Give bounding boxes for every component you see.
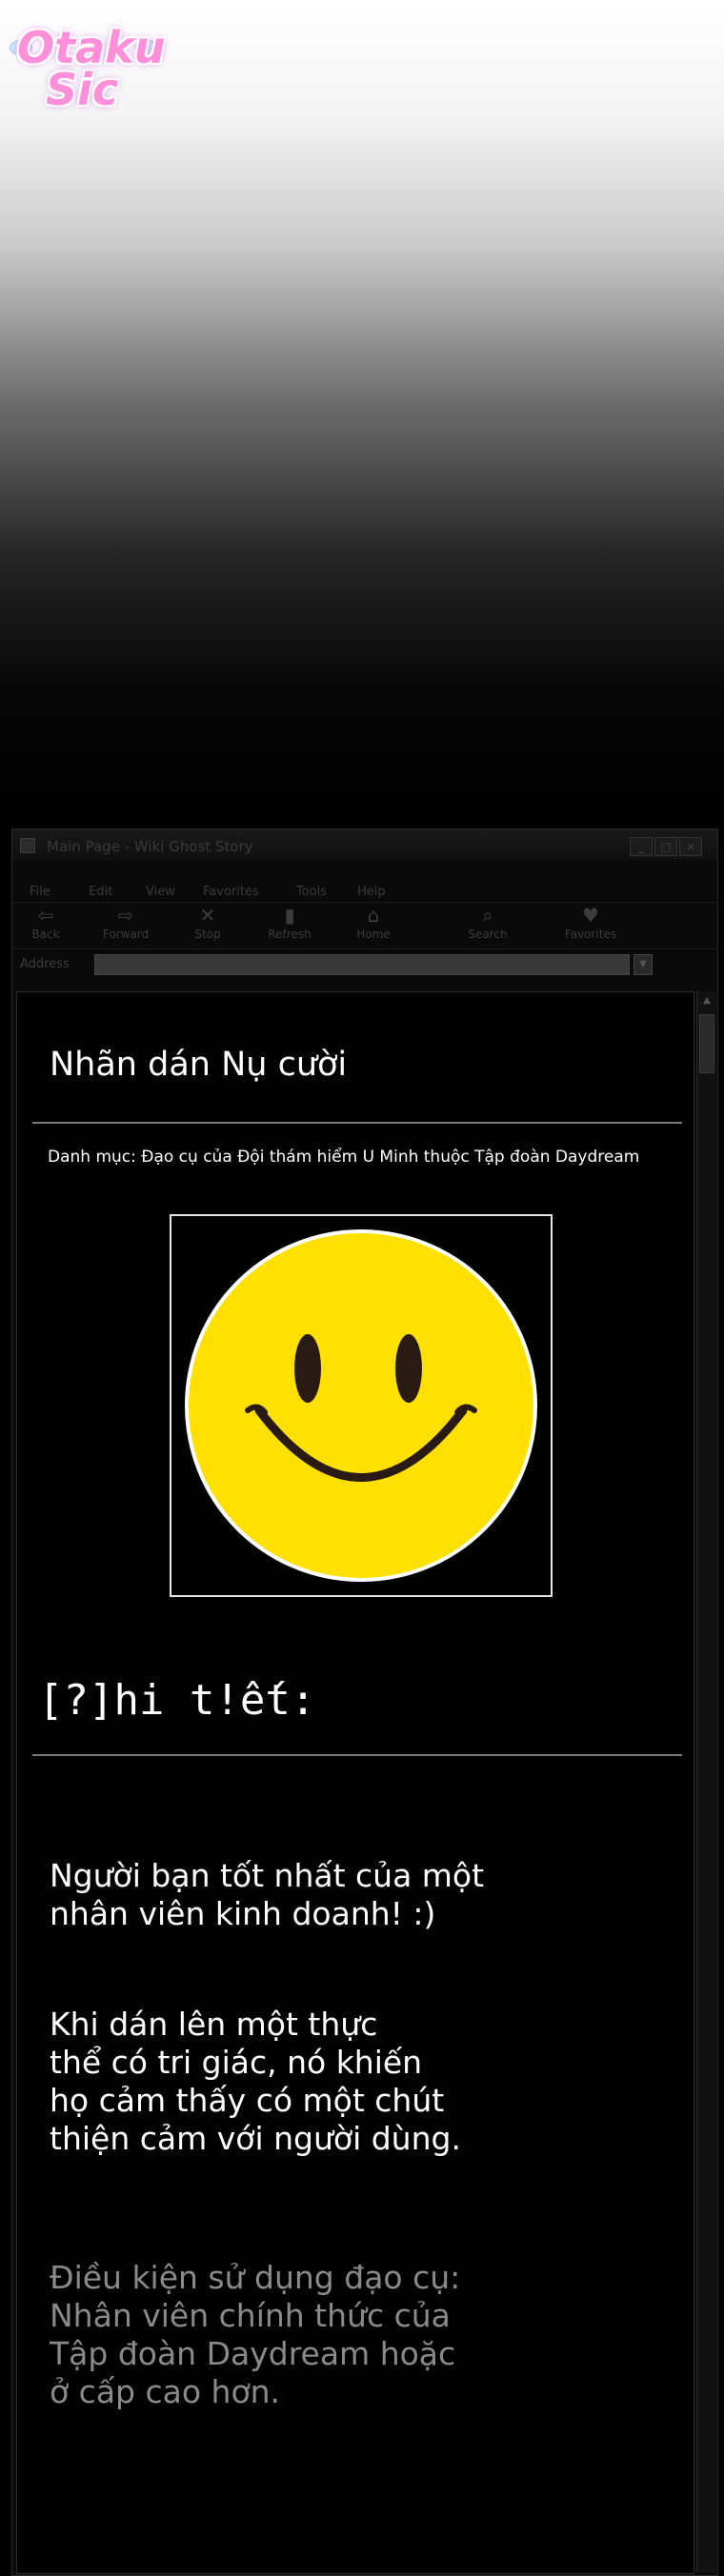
browser-window: Main Page - Wiki Ghost Story _ □ × File … xyxy=(11,829,718,2576)
back-arrow-icon: ⇦ xyxy=(37,904,54,927)
vertical-scrollbar[interactable]: ▲ xyxy=(696,991,716,2572)
back-button[interactable]: ⇦ Back xyxy=(12,905,79,941)
browser-app-icon xyxy=(20,838,35,853)
smiley-sticker-image xyxy=(170,1214,553,1597)
stop-icon: ✕ xyxy=(199,904,216,927)
logo-text: Otaku Sic xyxy=(17,26,165,115)
logo-line2: Sic xyxy=(46,64,119,115)
menu-view[interactable]: View xyxy=(146,885,175,899)
search-button[interactable]: ⌕ Search xyxy=(454,905,521,941)
home-button[interactable]: ⌂ Home xyxy=(340,905,407,941)
back-label: Back xyxy=(31,928,60,941)
maximize-button[interactable]: □ xyxy=(654,837,677,856)
forward-arrow-icon: ⇨ xyxy=(117,904,134,927)
smiley-face-icon xyxy=(185,1229,537,1582)
minimize-button[interactable]: _ xyxy=(630,837,653,856)
title-divider xyxy=(32,1122,682,1124)
forward-label: Forward xyxy=(102,928,150,941)
search-icon: ⌕ xyxy=(482,904,493,927)
refresh-label: Refresh xyxy=(268,928,312,941)
menu-tools[interactable]: Tools xyxy=(296,885,327,899)
menu-bar: File Edit View Favorites Tools Help xyxy=(12,885,717,902)
window-title: Main Page - Wiki Ghost Story xyxy=(47,838,253,855)
refresh-icon: ▮ xyxy=(284,904,295,927)
usage-condition-paragraph: Điều kiện sử dụng đạo cụ: Nhân viên chín… xyxy=(50,2259,461,2410)
otakusic-logo: Otaku Sic xyxy=(10,26,165,122)
search-label: Search xyxy=(468,928,508,941)
scrollbar-thumb[interactable] xyxy=(699,1014,714,1073)
address-bar: Address ▼ xyxy=(12,951,717,978)
address-dropdown-button[interactable]: ▼ xyxy=(634,954,653,975)
category-line: Danh mục: Đạo cụ của Đội thám hiểm U Min… xyxy=(48,1148,640,1167)
favorites-label: Favorites xyxy=(564,928,617,941)
toolbar: ⇦ Back ⇨ Forward ✕ Stop ▮ Refresh ⌂ Home… xyxy=(12,902,717,949)
top-gradient-backdrop xyxy=(0,0,724,838)
description-paragraph-2: Khi dán lên một thực thể có tri giác, nó… xyxy=(50,2006,461,2157)
details-divider xyxy=(32,1754,682,1756)
forward-button[interactable]: ⇨ Forward xyxy=(92,905,159,941)
page-content: Nhãn dán Nụ cười Danh mục: Đạo cụ của Độ… xyxy=(16,991,694,2574)
close-button[interactable]: × xyxy=(679,837,702,856)
details-heading: [?]hi t!ết: xyxy=(38,1676,316,1725)
home-label: Home xyxy=(356,928,391,941)
heart-icon: ♥ xyxy=(582,904,599,927)
menu-file[interactable]: File xyxy=(30,885,50,899)
menu-favorites[interactable]: Favorites xyxy=(203,885,259,899)
menu-edit[interactable]: Edit xyxy=(89,885,112,899)
stop-label: Stop xyxy=(194,928,221,941)
favorites-button[interactable]: ♥ Favorites xyxy=(557,905,624,941)
address-input[interactable] xyxy=(94,954,630,975)
refresh-button[interactable]: ▮ Refresh xyxy=(256,905,323,941)
stop-button[interactable]: ✕ Stop xyxy=(174,905,241,941)
home-icon: ⌂ xyxy=(367,904,380,927)
menu-help[interactable]: Help xyxy=(357,885,386,899)
title-bar: Main Page - Wiki Ghost Story _ □ × xyxy=(12,829,717,862)
scroll-up-arrow-icon[interactable]: ▲ xyxy=(699,993,714,1008)
page-title: Nhãn dán Nụ cười xyxy=(50,1046,348,1084)
description-paragraph-1: Người bạn tốt nhất của một nhân viên kin… xyxy=(50,1857,485,1932)
address-label: Address xyxy=(20,957,70,971)
